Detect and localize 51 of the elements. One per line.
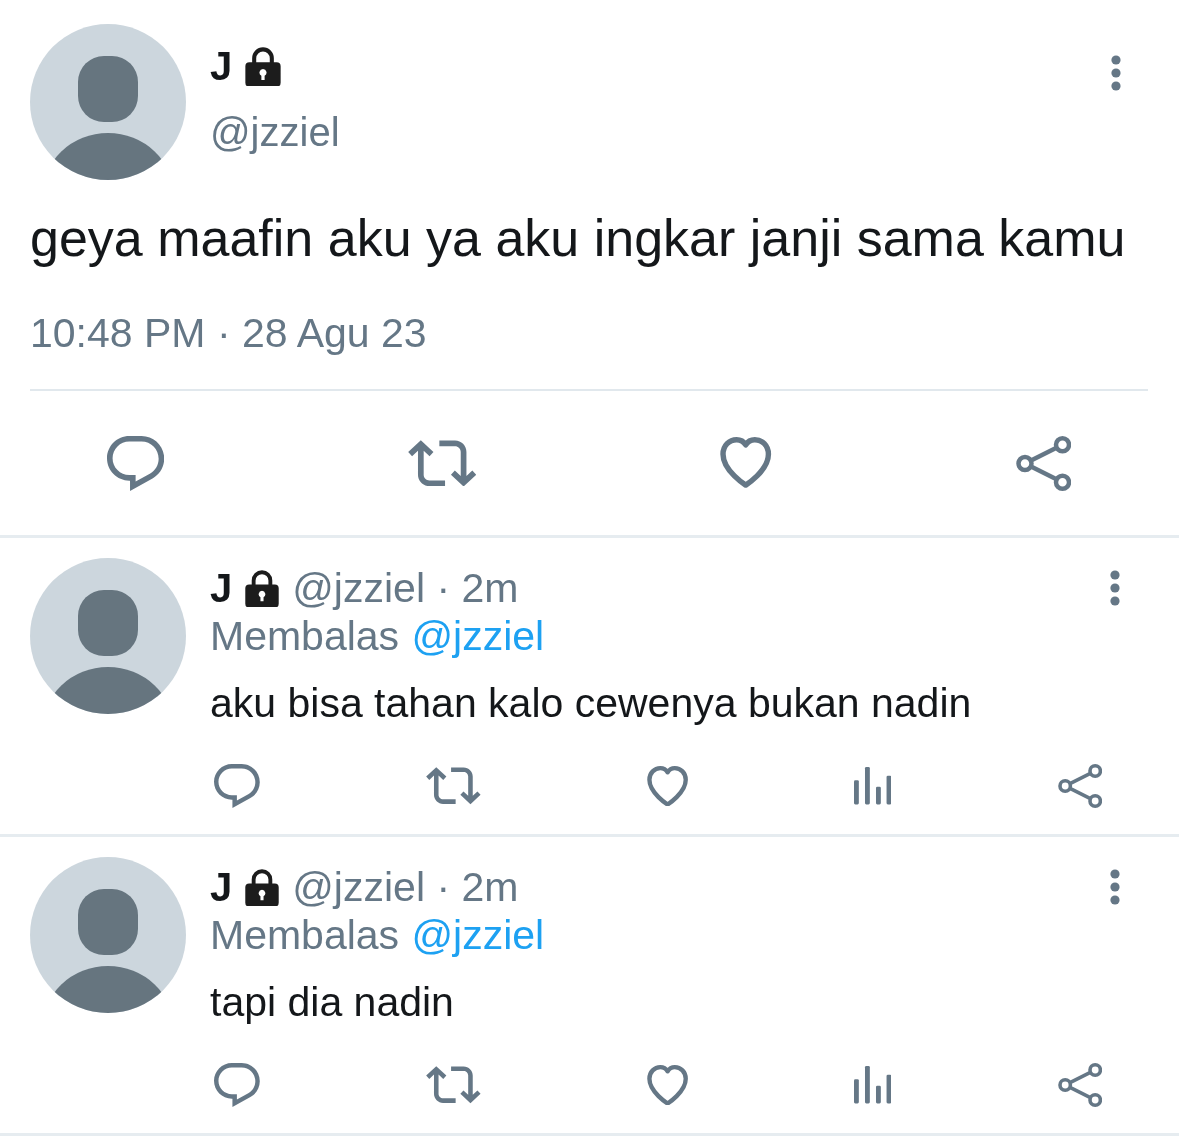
share-icon [1015,435,1071,491]
like-button[interactable] [646,1064,688,1106]
display-name: J [210,865,233,909]
share-button[interactable] [1057,1063,1102,1107]
heart-icon [646,765,688,807]
more-button[interactable] [1110,570,1120,606]
more-vertical-icon [1110,869,1120,905]
retweet-button[interactable] [408,439,477,487]
speech-bubble-icon [214,764,260,808]
more-button[interactable] [1110,869,1120,905]
retweet-arrows-icon [408,439,477,487]
default-avatar-icon[interactable] [30,558,186,714]
share-icon [1057,1063,1102,1107]
username: @jzziel [210,110,340,154]
mention-link[interactable]: @jzziel [411,614,545,658]
mention-link[interactable]: @jzziel [411,913,545,957]
retweet-arrows-icon [425,1066,481,1104]
username-and-time: @jzziel · 2m [292,865,519,909]
reply-button[interactable] [214,764,260,808]
username-and-time: @jzziel · 2m [292,566,519,610]
retweet-arrows-icon [425,767,481,805]
default-avatar-icon[interactable] [30,857,186,1013]
more-vertical-icon [1110,570,1120,606]
default-avatar-icon[interactable] [30,24,186,180]
tweet-text: geya maafin aku ya aku ingkar janji sama kamu [30,208,1127,268]
reply-text: tapi dia nadin [210,980,455,1024]
more-vertical-icon [1111,55,1121,91]
views-button[interactable] [854,767,892,805]
bar-chart-icon [854,1066,892,1104]
heart-icon [720,437,772,489]
more-button[interactable] [1111,55,1121,91]
replying-to-label: Membalas [210,614,400,658]
reply-button[interactable] [107,435,165,491]
display-name: J [210,566,233,610]
reply-button[interactable] [214,1063,260,1107]
heart-icon [646,1064,688,1106]
speech-bubble-icon [107,435,165,491]
display-name: J [210,44,233,88]
retweet-button[interactable] [425,1066,481,1104]
like-button[interactable] [720,437,772,489]
speech-bubble-icon [214,1063,260,1107]
share-button[interactable] [1015,435,1071,491]
tweet-timestamp: 10:48 PM · 28 Agu 23 [30,309,428,357]
replying-to-label: Membalas [210,913,400,957]
retweet-button[interactable] [425,767,481,805]
reply-text: aku bisa tahan kalo cewenya bukan nadin [210,681,973,725]
views-button[interactable] [854,1066,892,1104]
like-button[interactable] [646,765,688,807]
share-button[interactable] [1057,764,1102,808]
share-icon [1057,764,1102,808]
bar-chart-icon [854,767,892,805]
